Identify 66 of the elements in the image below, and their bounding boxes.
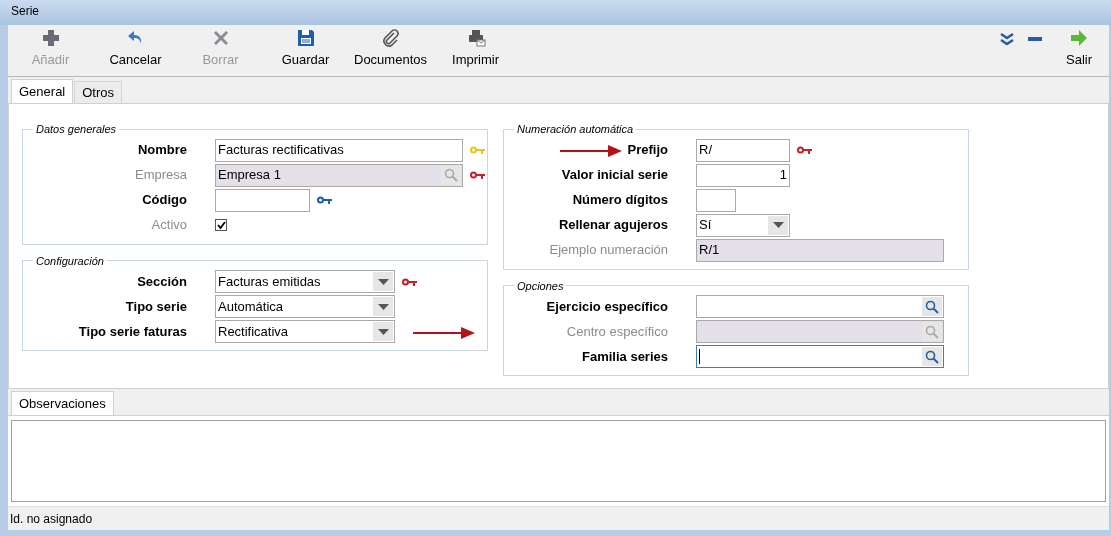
field-label: Código [142, 191, 187, 210]
pointer-arrow [560, 144, 622, 157]
lookup-field[interactable] [696, 295, 944, 318]
search-icon[interactable] [925, 299, 939, 314]
double-chevron-down-icon[interactable] [999, 32, 1015, 46]
status-text: Id. no asignado [10, 510, 93, 528]
field-label: Sección [137, 272, 187, 291]
check-icon [216, 220, 226, 230]
notes-field[interactable] [11, 420, 1106, 502]
input-field[interactable]: 1 [696, 163, 790, 187]
toolbar-button[interactable]: Documentos [348, 25, 433, 73]
plus-icon [40, 28, 61, 49]
field-label: Prefijo [627, 141, 668, 160]
key-icon [317, 196, 332, 204]
group-title: Numeración automática [516, 122, 635, 137]
field-label: Rellenar agujeros [558, 216, 668, 235]
search-icon[interactable] [925, 349, 939, 364]
lookup-field[interactable] [696, 345, 944, 368]
dropdown-value: Facturas emitidas [218, 272, 322, 291]
dropdown[interactable]: Sí [696, 213, 790, 237]
field-label: Valor inicial serie [561, 166, 668, 185]
window-title: Serie [11, 3, 39, 20]
group-title: Opciones [516, 278, 565, 294]
tab[interactable]: Observaciones [11, 391, 114, 415]
dropdown-value: Rectificativa [218, 322, 290, 341]
caret-icon [373, 297, 393, 316]
tab[interactable]: General [11, 79, 74, 103]
input-field[interactable] [696, 188, 736, 212]
caret-icon [373, 272, 393, 291]
field-label: Número dígitos [572, 191, 668, 210]
text-cursor [699, 349, 700, 364]
group-title: Configuración [35, 253, 105, 269]
key-icon [402, 277, 417, 286]
toolbar-button[interactable]: Guardar [263, 25, 348, 73]
caret-icon [768, 215, 788, 235]
field-label: Empresa [134, 166, 187, 185]
key-icon [470, 171, 485, 179]
dropdown-value: Sí [699, 216, 713, 235]
field-label: Nombre [137, 141, 187, 160]
input-field[interactable]: R/ [696, 138, 790, 162]
toolbar-button[interactable]: Imprimir [433, 25, 518, 73]
field-label: Ejemplo numeración [549, 241, 668, 260]
input-field[interactable] [215, 188, 310, 212]
field-label: Familia series [582, 347, 668, 366]
exit-button[interactable]: Salir [1049, 25, 1109, 73]
input-field[interactable]: Facturas rectificativas [215, 138, 463, 162]
arrow-right-icon [1069, 28, 1089, 49]
key-icon [470, 146, 485, 154]
group-title: Datos generales [35, 122, 118, 137]
field-label: Tipo serie faturas [78, 322, 187, 341]
dropdown[interactable]: Facturas emitidas [215, 270, 395, 293]
tab[interactable]: Otros [74, 81, 123, 103]
key-icon [797, 146, 812, 154]
pointer-arrow [413, 326, 475, 339]
dropdown[interactable]: Automática [215, 295, 395, 318]
field-label: Centro específico [566, 322, 668, 341]
paperclip-icon [380, 28, 401, 49]
caret-icon [373, 322, 393, 341]
minimize-icon[interactable] [1027, 36, 1043, 42]
dropdown[interactable]: Rectificativa [215, 320, 395, 343]
field-label: Tipo serie [125, 297, 187, 316]
field-label: Ejercicio específico [546, 297, 668, 316]
toolbar-button[interactable]: Cancelar [93, 25, 178, 73]
dropdown-value: Automática [218, 297, 285, 316]
field-value: Empresa 1 [218, 166, 281, 185]
field-label: Activo [151, 216, 187, 235]
